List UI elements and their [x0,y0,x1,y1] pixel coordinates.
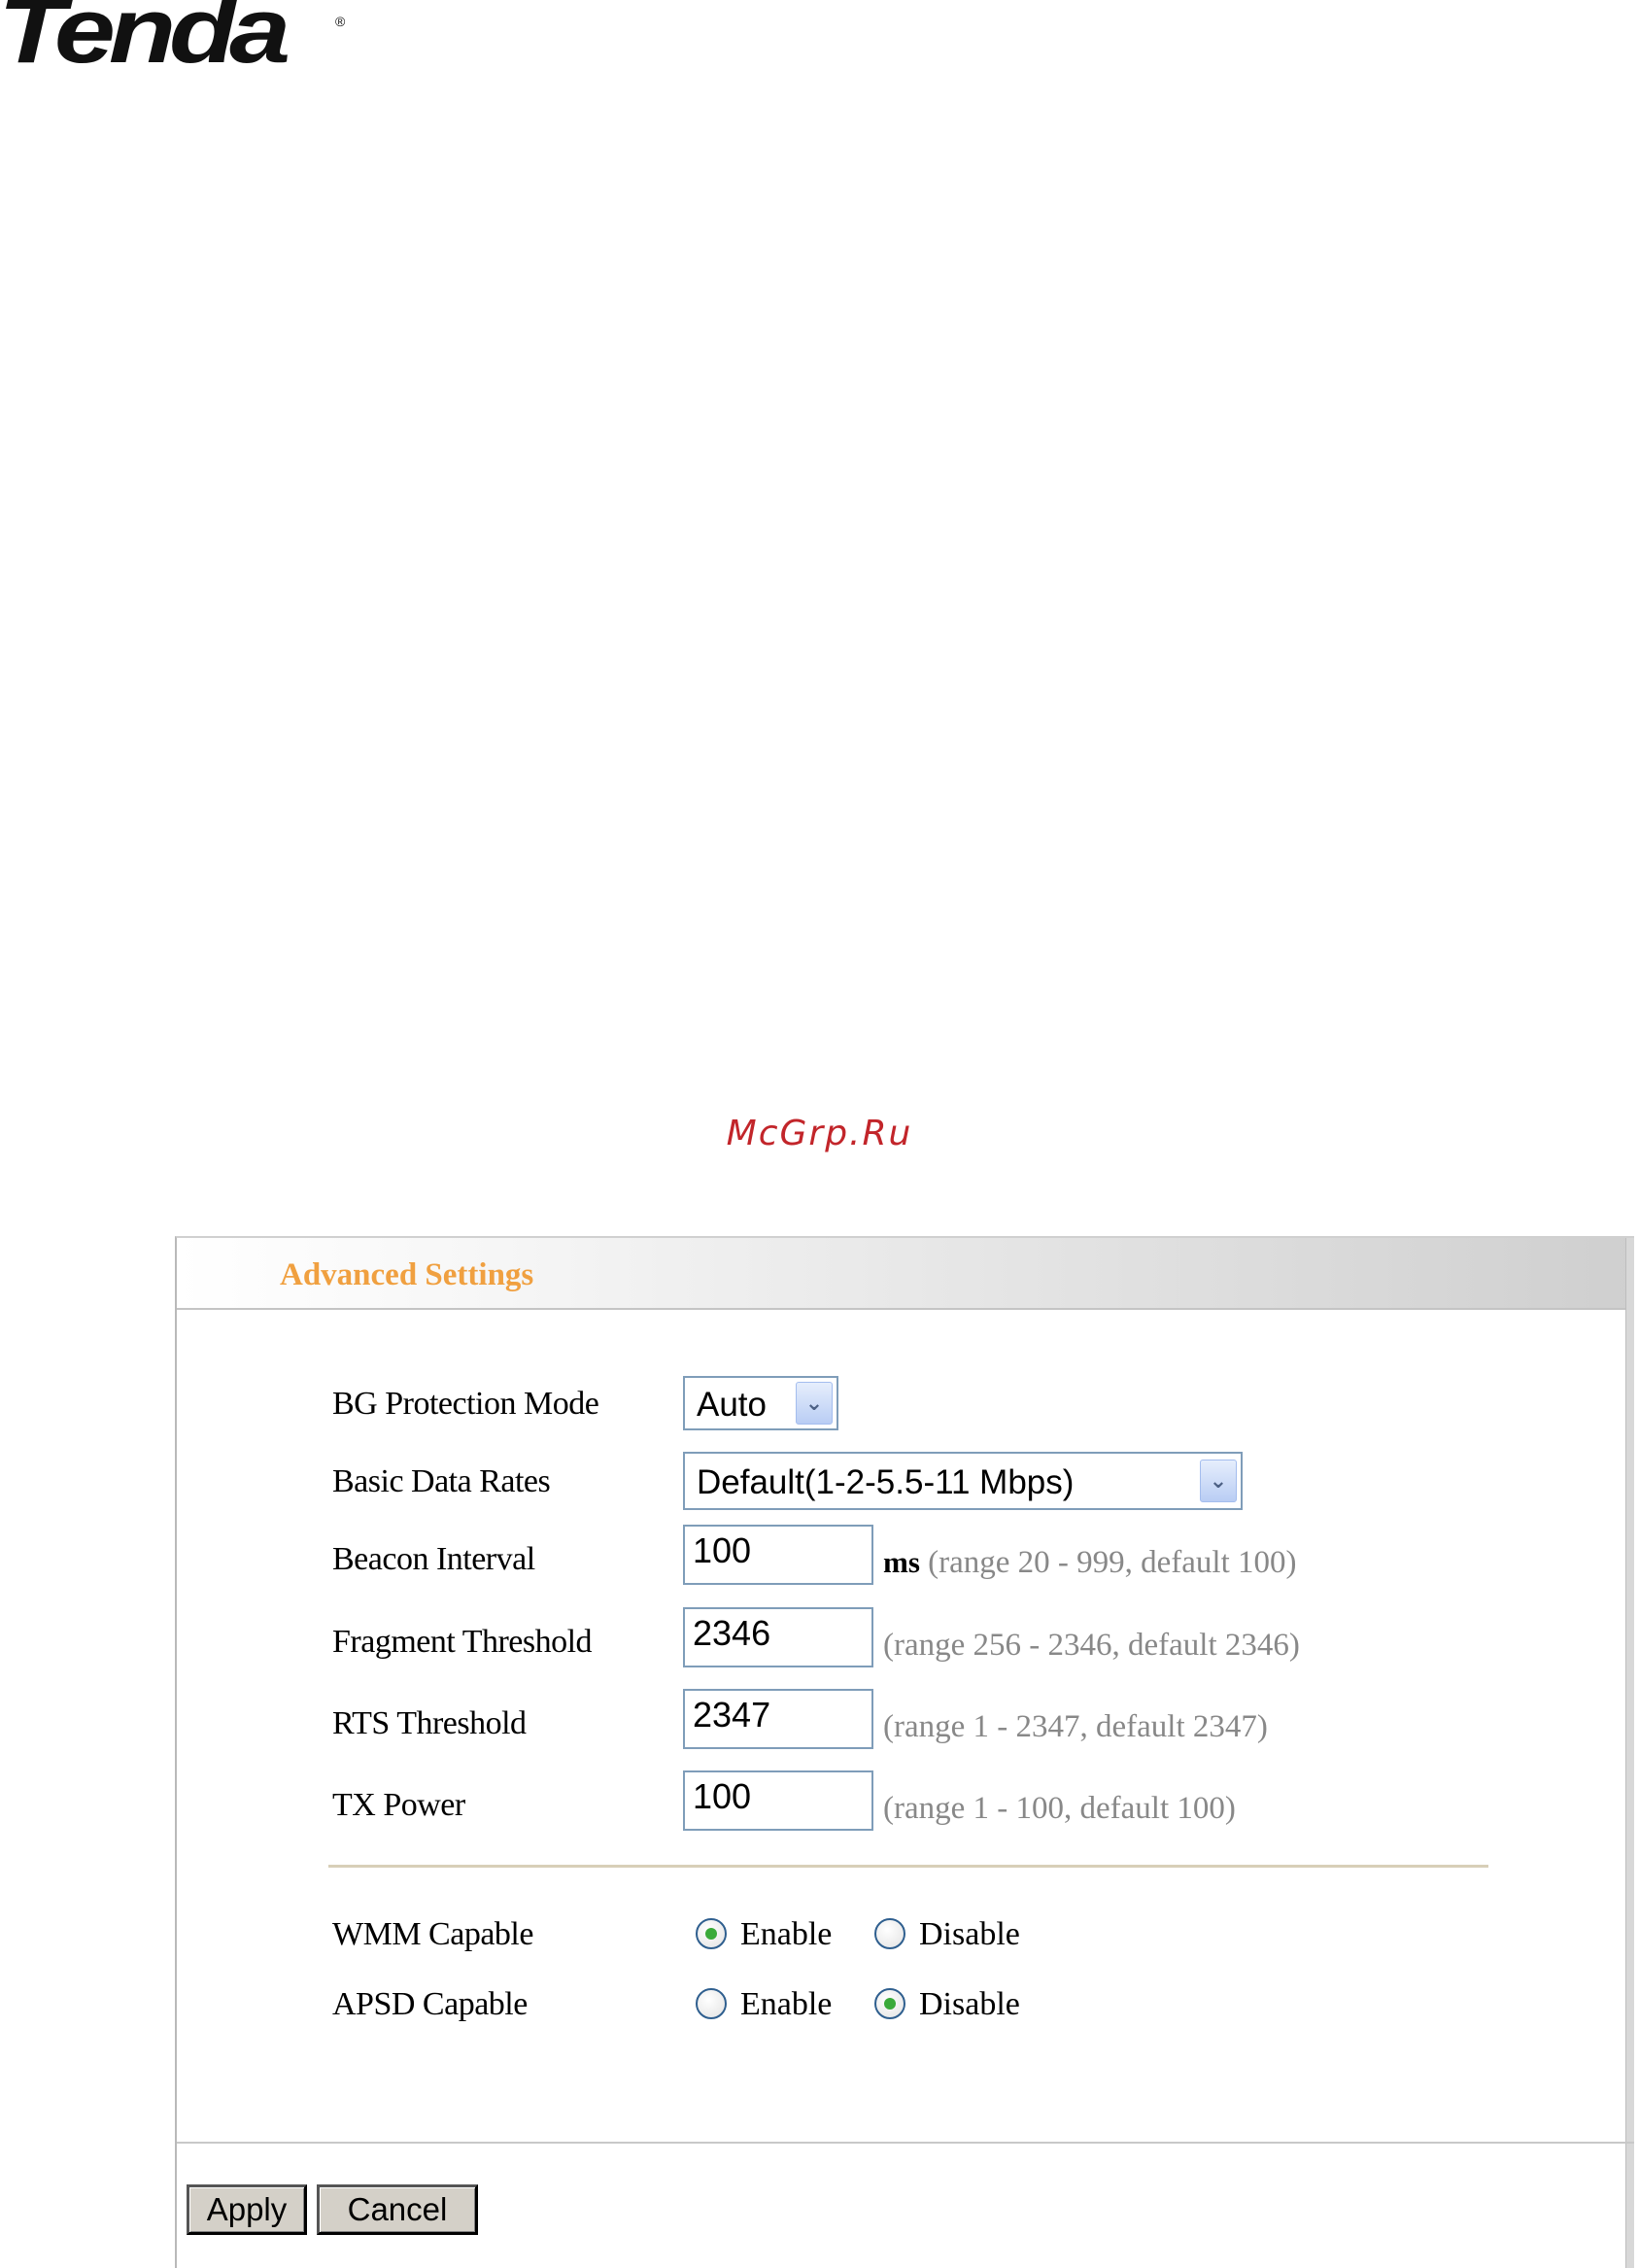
chevron-down-icon[interactable]: ⌄ [796,1382,833,1425]
apply-button[interactable]: Apply [187,2184,307,2235]
fragment-threshold-hint: (range 256 - 2346, default 2346) [883,1628,1300,1663]
apsd-enable-radio[interactable] [696,1988,727,2019]
bg-protection-value: Auto [697,1386,767,1424]
bg-protection-select[interactable]: Auto ⌄ [683,1376,838,1430]
tx-power-input[interactable]: 100 [683,1770,873,1831]
panel-header: Advanced Settings [177,1238,1634,1310]
radio-selected-dot [884,1998,896,2010]
bg-protection-label: BG Protection Mode [332,1386,599,1422]
panel-title: Advanced Settings [280,1257,534,1292]
watermark: McGrp.Ru [726,1114,913,1153]
fragment-threshold-label: Fragment Threshold [332,1624,593,1660]
wmm-disable-label[interactable]: Disable [919,1916,1020,1953]
apsd-capable-label: APSD Capable [332,1986,528,2022]
footer-divider [177,2142,1634,2144]
advanced-settings-panel: Advanced Settings BG Protection Mode Aut… [175,1236,1634,2268]
tenda-logo: Tenda ® [0,0,350,78]
beacon-interval-input[interactable]: 100 [683,1525,873,1585]
cancel-button[interactable]: Cancel [317,2184,478,2235]
wmm-disable-radio[interactable] [874,1918,905,1949]
rts-threshold-input[interactable]: 2347 [683,1689,873,1749]
apsd-enable-label[interactable]: Enable [740,1986,832,2023]
beacon-unit: ms [883,1545,920,1579]
beacon-interval-hint: ms (range 20 - 999, default 100) [883,1545,1297,1581]
basic-rates-label: Basic Data Rates [332,1463,551,1499]
basic-rates-select[interactable]: Default(1-2-5.5-11 Mbps) ⌄ [683,1452,1243,1510]
rts-threshold-label: RTS Threshold [332,1705,527,1741]
scrollbar-edge[interactable] [1625,1238,1634,2268]
beacon-range-hint: (range 20 - 999, default 100) [928,1545,1297,1580]
rts-threshold-hint: (range 1 - 2347, default 2347) [883,1709,1268,1744]
apsd-disable-label[interactable]: Disable [919,1986,1020,2023]
tx-power-hint: (range 1 - 100, default 100) [883,1791,1236,1826]
wmm-enable-label[interactable]: Enable [740,1916,832,1953]
chevron-down-icon[interactable]: ⌄ [1200,1460,1237,1502]
section-divider [328,1865,1488,1868]
registered-mark: ® [335,14,346,29]
apsd-disable-radio[interactable] [874,1988,905,2019]
basic-rates-value: Default(1-2-5.5-11 Mbps) [697,1463,1075,1501]
radio-selected-dot [705,1928,717,1940]
beacon-interval-label: Beacon Interval [332,1541,535,1577]
wmm-capable-label: WMM Capable [332,1916,533,1952]
wmm-enable-radio[interactable] [696,1918,727,1949]
tx-power-label: TX Power [332,1787,465,1823]
logo-text: Tenda [0,0,290,83]
fragment-threshold-input[interactable]: 2346 [683,1607,873,1667]
